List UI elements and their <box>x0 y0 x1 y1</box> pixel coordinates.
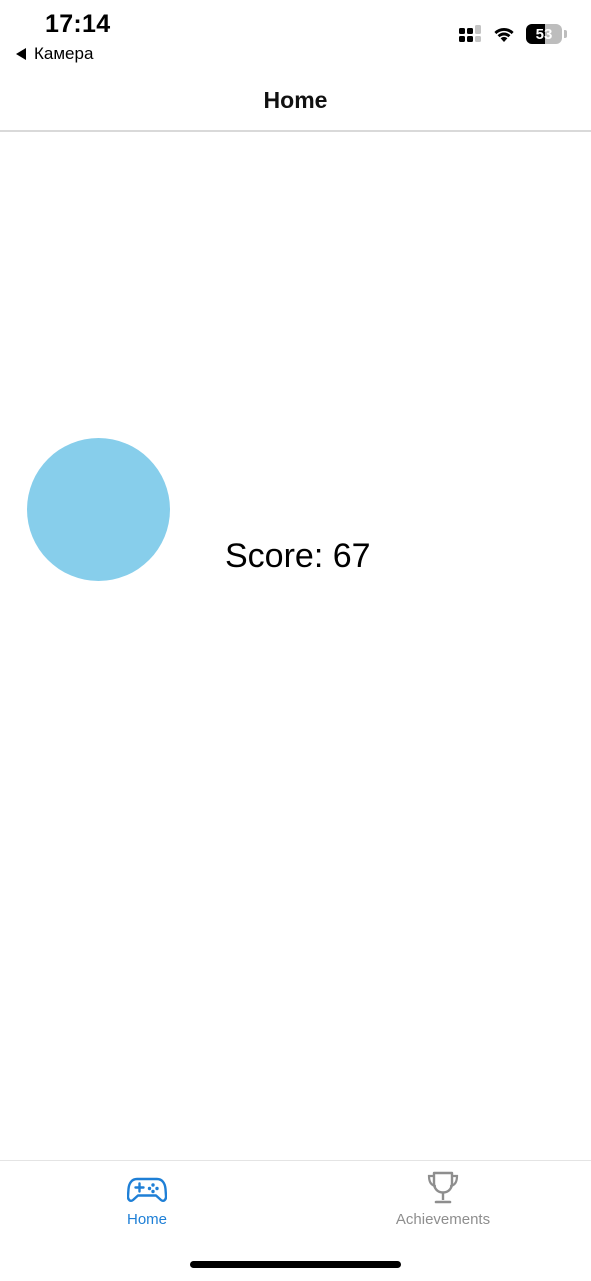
tab-achievements-label: Achievements <box>395 1211 491 1228</box>
status-bar: 17:14 Камера 53 <box>0 0 591 72</box>
wifi-icon <box>494 27 514 42</box>
score-label: Score: 67 <box>225 537 371 575</box>
home-indicator <box>190 1261 401 1268</box>
tab-achievements[interactable]: Achievements <box>343 1171 543 1228</box>
back-caret-icon <box>16 48 26 60</box>
tab-home[interactable]: Home <box>47 1171 247 1228</box>
gamepad-icon <box>127 1177 167 1202</box>
back-to-app-button[interactable]: Камера <box>16 44 93 64</box>
page-title: Home <box>263 86 328 113</box>
status-time: 17:14 <box>45 10 111 38</box>
trophy-icon <box>427 1171 459 1204</box>
game-area: Score: 67 <box>0 132 591 1160</box>
target-circle[interactable] <box>27 438 170 581</box>
battery-percent: 53 <box>535 25 553 43</box>
signal-icon <box>459 25 481 42</box>
tab-home-label: Home <box>126 1211 167 1228</box>
battery-cap <box>564 30 567 38</box>
status-icons: 53 <box>458 24 567 44</box>
battery-icon: 53 <box>526 24 562 44</box>
back-to-app-label: Камера <box>34 44 94 63</box>
navigation-header: Home <box>0 72 591 132</box>
